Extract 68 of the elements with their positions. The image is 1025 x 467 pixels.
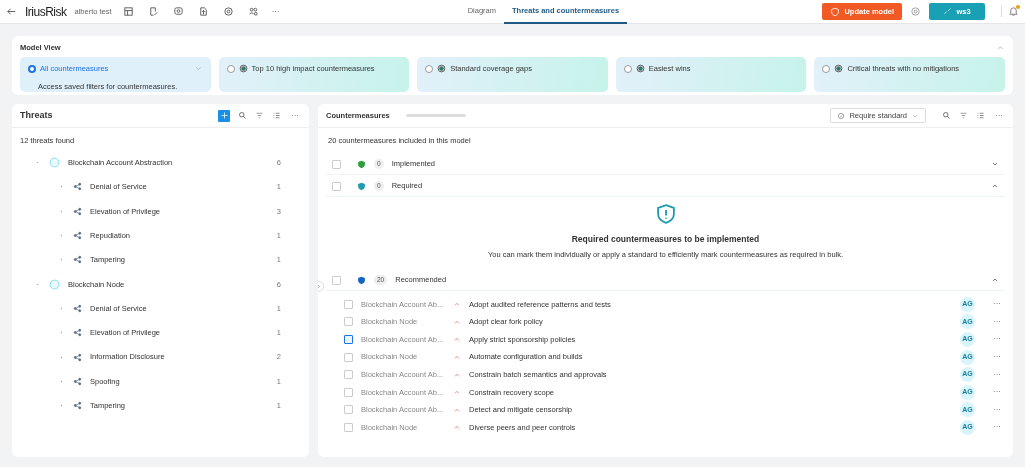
checkbox[interactable] [344,299,353,309]
chat-icon[interactable] [172,6,184,17]
checkbox[interactable] [344,422,353,432]
row-menu-button[interactable]: ··· [991,333,1003,346]
share-nodes-icon [73,182,82,192]
target-icon [437,64,447,74]
shield-icon [830,6,841,17]
share-nodes-icon [73,352,82,362]
radio-button[interactable] [822,64,831,73]
check-circle-icon [837,111,846,120]
chevron-up-icon[interactable] [991,276,999,284]
share-nodes-icon [73,231,82,241]
share-nodes-icon [73,376,82,386]
radio-button[interactable] [226,64,235,73]
search-icon[interactable] [238,111,247,121]
search-icon[interactable] [942,111,951,121]
more-button[interactable]: ··· [269,5,282,18]
row-menu-button[interactable]: ··· [991,421,1003,434]
add-button[interactable] [218,109,230,122]
checkbox[interactable] [344,405,353,415]
row-menu-button[interactable]: ··· [991,368,1003,381]
checkbox[interactable] [344,335,353,344]
empty-state-title: Required countermeasures to be implemented [571,232,760,246]
chevron-down-icon[interactable] [991,160,999,168]
shield-alert-icon [654,202,677,225]
radio-button[interactable] [28,64,36,73]
share-nodes-icon [73,401,82,411]
checkbox[interactable] [344,370,353,380]
row-menu-button[interactable]: ··· [991,315,1003,328]
row-menu-button[interactable]: ··· [991,298,1003,311]
share-nodes-icon [73,328,82,338]
chevron-up-icon[interactable] [991,182,999,190]
checkbox[interactable] [332,275,341,285]
radio-button[interactable] [425,64,434,73]
share-nodes-icon [73,255,82,265]
layout-icon[interactable] [122,6,134,17]
target-icon [834,64,844,74]
row-menu-button[interactable]: ··· [991,403,1003,416]
radio-button[interactable] [623,64,632,73]
row-menu-button[interactable]: ··· [991,351,1003,364]
more-button[interactable]: ··· [993,109,1005,122]
back-icon[interactable] [6,6,17,17]
upload-document-icon[interactable] [197,6,209,17]
logo: IriusRisk [25,3,67,21]
panel-title: Threats [20,109,53,122]
checkbox[interactable] [344,317,353,327]
checkbox[interactable] [332,159,341,169]
loading-bar [405,114,466,118]
more-button[interactable]: ··· [289,109,301,122]
users-settings-icon[interactable] [247,6,259,17]
edit-document-icon[interactable] [147,6,159,17]
filter-icon[interactable] [255,111,264,121]
component-circle-icon [49,157,60,169]
checkbox[interactable] [332,181,341,191]
settings-icon[interactable] [222,6,234,17]
share-nodes-icon [73,206,82,216]
checkbox[interactable] [344,387,353,397]
plus-icon [219,111,229,121]
link-icon [943,7,953,16]
filter-icon[interactable] [959,111,968,121]
component-circle-icon [49,278,60,290]
target-icon [635,64,645,74]
share-nodes-icon [73,303,82,313]
checkbox[interactable] [344,352,353,362]
row-menu-button[interactable]: ··· [991,386,1003,399]
settings-icon[interactable] [910,6,921,17]
bell-icon[interactable] [1008,6,1019,18]
target-icon [238,64,248,74]
